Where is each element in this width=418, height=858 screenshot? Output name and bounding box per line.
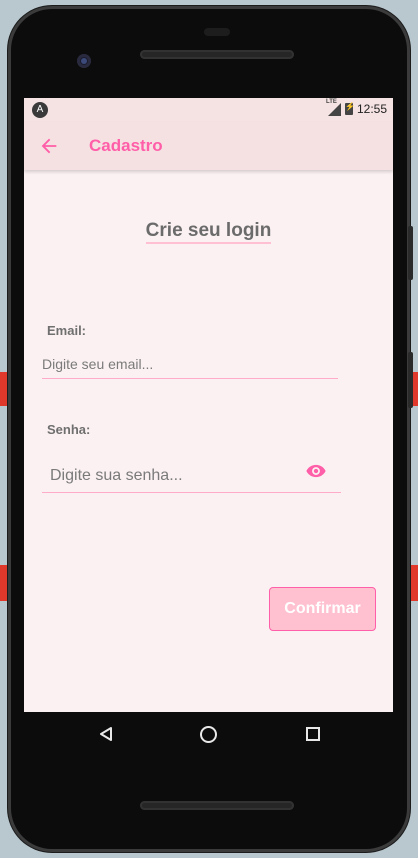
android-notification-icon: A [32, 102, 48, 118]
top-speaker [140, 50, 294, 59]
eye-icon[interactable] [305, 464, 327, 478]
page-title: Crie seu login [24, 220, 393, 244]
volume-button [408, 226, 413, 280]
email-label: Email: [47, 323, 87, 338]
confirm-button[interactable]: Confirmar [269, 587, 376, 631]
arrow-left-icon[interactable] [38, 135, 60, 157]
network-type: LTE [325, 98, 337, 105]
power-button [408, 352, 413, 408]
password-label: Senha: [47, 422, 91, 437]
bottom-speaker [140, 801, 294, 810]
front-camera [77, 54, 91, 68]
nav-recents-icon[interactable] [306, 727, 320, 741]
signal-icon: LTE [326, 99, 341, 116]
nav-back-icon[interactable] [99, 727, 113, 741]
earpiece [204, 28, 230, 36]
password-field[interactable] [42, 460, 341, 493]
battery-icon [344, 102, 355, 115]
status-time: 12:55 [356, 102, 387, 116]
system-nav-bar [24, 712, 393, 756]
email-field[interactable] [42, 350, 338, 379]
status-bar: A LTE 12:55 [24, 98, 393, 122]
page-title-text: Crie seu login [145, 220, 272, 244]
nav-home-icon[interactable] [200, 726, 217, 743]
status-indicators: LTE 12:55 [326, 99, 387, 117]
app-bar: Cadastro [24, 122, 393, 170]
app-bar-title: Cadastro [89, 136, 163, 155]
app-screen: A LTE 12:55 Cadastro Crie seu login Emai… [24, 98, 393, 712]
